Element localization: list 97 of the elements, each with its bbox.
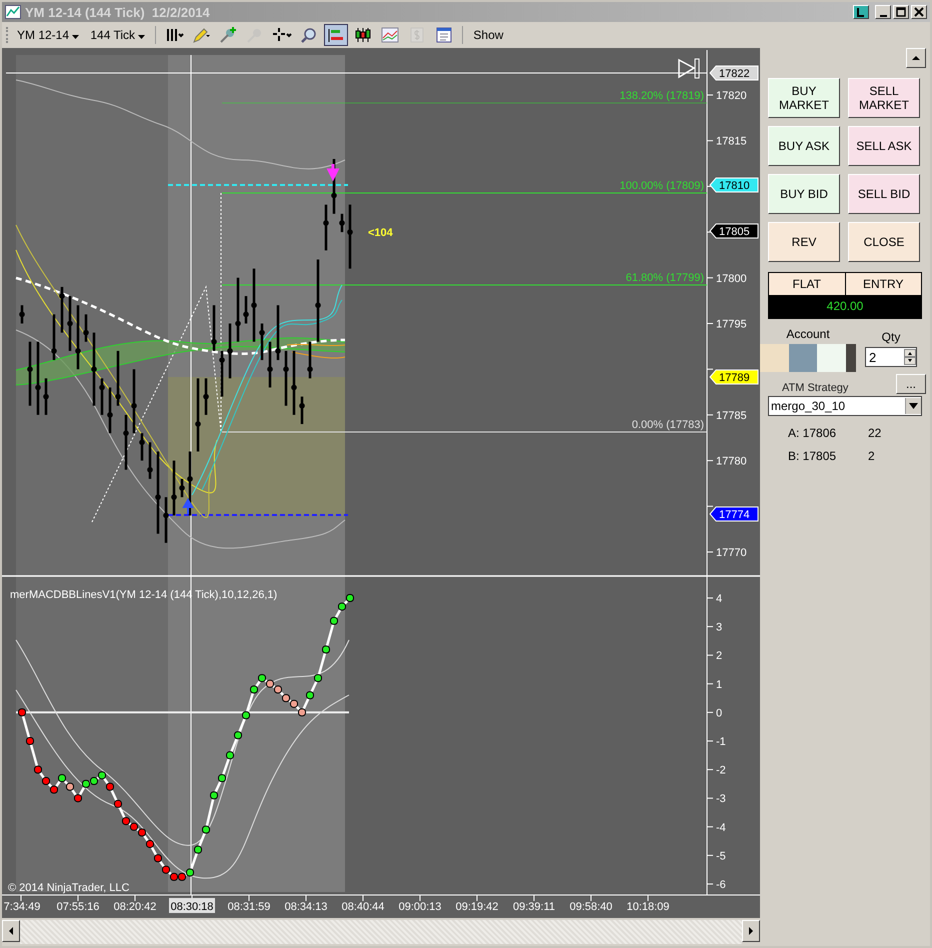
close-button[interactable] [911,5,927,19]
scroll-left-button[interactable] [2,920,20,942]
caret-icon [72,34,80,38]
quote-size: 2 [868,449,875,463]
order-button[interactable]: REV [768,222,840,262]
scroll-end-icon[interactable] [678,58,700,78]
link-button[interactable] [853,5,869,19]
link-icon [856,7,866,17]
account-swatch[interactable] [817,344,846,372]
minimize-button[interactable] [875,5,891,19]
fib-label: 138.20% (17819) [620,90,704,102]
indicator-axis-label: -2 [716,764,726,777]
pencil-icon [191,26,212,44]
atm-strategy-label: ATM Strategy [781,382,850,394]
time-axis-label: 10:18:09 [626,901,670,913]
left-arrow-icon [8,927,14,935]
account-swatch[interactable] [760,344,789,372]
order-button[interactable]: SELL ASK [848,126,920,166]
buy-arrow-icon [183,498,193,515]
order-button[interactable]: BUY MARKET [768,78,840,118]
show-button[interactable]: Show [469,28,508,42]
quote-size: 22 [868,426,882,440]
caret-icon [138,34,146,38]
price-axis-label: 17780 [716,456,747,468]
interval-dropdown[interactable]: 144 Tick [86,28,150,42]
indicator-axis-label: -6 [716,879,726,891]
time-axis-label: 08:30:18 [169,898,215,913]
pin-add-icon [218,26,238,44]
panel-collapse-button[interactable] [906,48,926,68]
price-axis-label: 17770 [716,547,747,559]
bar-count-label: <104 [368,227,393,239]
indicator-axis-label: 3 [716,622,722,634]
indicator-axis-label: 1 [716,678,722,691]
fib-label: 100.00% (17809) [620,180,704,192]
price-axis-label: 17785 [716,410,747,422]
chart-icon [5,5,21,19]
chart-trader-tool-button[interactable] [324,24,348,46]
minimize-icon [880,14,886,16]
indicator-axis-label: -5 [716,850,726,862]
time-axis-label: 08:20:42 [114,901,156,913]
indicator-axis-label: 0 [716,707,722,720]
price-tag: 17822 [709,66,758,80]
indicator-axis-label: 4 [716,593,722,605]
account-swatch[interactable] [788,344,818,372]
order-button[interactable]: BUY ASK [768,126,840,166]
quote-price: B: 17805 [788,449,838,463]
indicator-axis-label: -3 [716,793,726,806]
up-arrow-icon [912,55,920,61]
indicator-axis-label: -1 [716,736,726,748]
price-tag: 17774 [709,506,758,522]
crosshair-icon [272,26,292,44]
time-axis-label: 09:00:13 [398,901,442,913]
properties-icon [434,26,454,44]
fib-label: 0.00% (17783) [632,419,704,431]
order-button[interactable]: SELL BID [848,174,920,214]
order-button[interactable]: BUY BID [768,174,840,214]
order-button[interactable]: SELL MARKET [848,78,920,118]
price-axis-label: 17820 [716,90,747,102]
fib-label: 61.80% (17799) [626,272,704,284]
close-icon [914,7,924,17]
maximize-icon [896,7,906,17]
price-tag: 17805 [709,224,758,238]
sell-arrow-icon [328,162,338,182]
price-tag: 17789 [709,370,758,384]
time-axis-label: 09:58:40 [570,901,612,913]
time-axis-label: 09:19:42 [456,901,498,913]
copyright-text: © 2014 NinjaTrader, LLC [8,882,130,894]
window-title: YM 12-14 (144 Tick) 12/2/2014 [25,4,210,20]
account-label: Account [786,327,830,341]
indicator-axis-label: 2 [716,650,722,662]
price-axis-label: 17795 [716,318,747,330]
time-axis-label: 07:55:16 [56,901,100,913]
price-axis-label: 17800 [716,272,747,285]
indicators-icon [380,26,400,44]
position-status: FLAT [792,276,822,293]
atm-settings-button[interactable]: ... [896,374,926,394]
time-axis-label: 08:31:59 [228,901,270,913]
qty-label: Qty [882,330,900,344]
dropdown-arrow-icon [909,403,918,409]
price-tag: 17810 [709,178,758,192]
right-arrow-icon [748,927,754,935]
time-axis-label: 09:39:11 [513,901,555,913]
quote-price: A: 17806 [788,426,838,440]
price-axis-label: 17815 [716,136,747,148]
time-axis-label: 08:34:13 [284,901,328,913]
order-button[interactable]: CLOSE [848,222,920,262]
indicator-axis-label: -4 [716,822,726,834]
instrument-dropdown[interactable]: YM 12-14 [13,28,84,42]
time-axis-label: 7:34:49 [4,901,40,913]
atm-strategy-dropdown[interactable]: mergo_30_10 [768,396,922,416]
pnl-value: 420.00 [769,295,921,318]
maximize-button[interactable] [893,5,909,19]
scroll-right-button[interactable] [742,920,760,942]
candles-icon [353,26,374,44]
time-axis-label: 08:40:44 [342,901,384,913]
qty-spinner[interactable]: 2 [865,347,917,367]
account-swatch[interactable] [846,344,856,372]
